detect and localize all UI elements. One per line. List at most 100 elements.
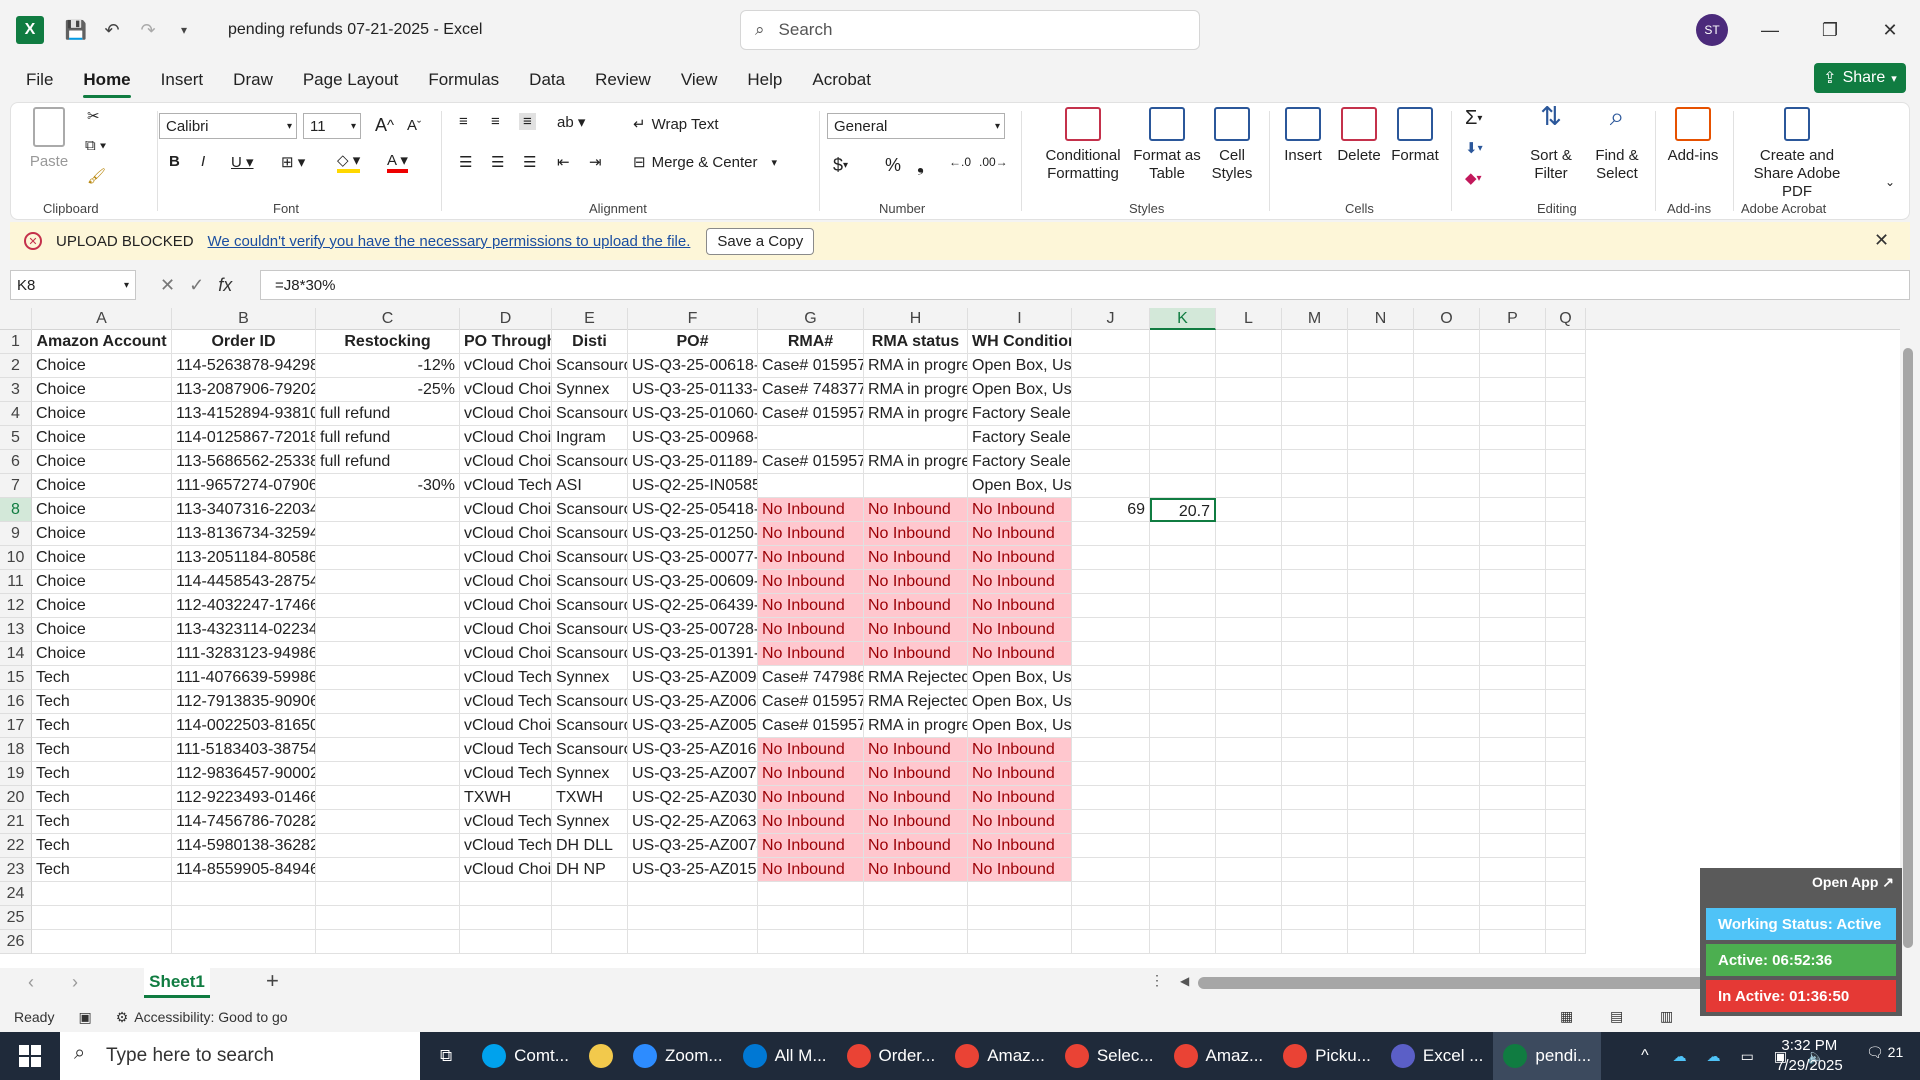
grid-cell[interactable]: vCloud Choice bbox=[460, 546, 552, 570]
grid-cell[interactable]: Tech bbox=[32, 834, 172, 858]
grid-cell[interactable] bbox=[1072, 858, 1150, 882]
grid-cell[interactable] bbox=[172, 906, 316, 930]
grid-cell[interactable] bbox=[1480, 762, 1546, 786]
grid-cell[interactable] bbox=[1480, 786, 1546, 810]
grid-cell[interactable] bbox=[1546, 426, 1586, 450]
grid-cell[interactable]: No Inbound bbox=[968, 522, 1072, 546]
grid-cell[interactable] bbox=[316, 858, 460, 882]
grid-cell[interactable] bbox=[1348, 354, 1414, 378]
grid-cell[interactable] bbox=[1282, 450, 1348, 474]
grid-cell[interactable]: No Inbound bbox=[968, 498, 1072, 522]
grid-cell[interactable]: 69 bbox=[1072, 498, 1150, 522]
grid-cell[interactable]: Case# 01595722 bbox=[758, 690, 864, 714]
grid-cell[interactable]: PO# bbox=[628, 330, 758, 354]
grid-cell[interactable]: Open Box, Used bbox=[968, 666, 1072, 690]
grid-cell[interactable]: vCloud Tech bbox=[460, 666, 552, 690]
grid-cell[interactable] bbox=[968, 906, 1072, 930]
row-header[interactable]: 17 bbox=[0, 714, 32, 738]
grid-cell[interactable] bbox=[1348, 858, 1414, 882]
grid-cell[interactable] bbox=[1282, 906, 1348, 930]
grid-cell[interactable] bbox=[1348, 618, 1414, 642]
grid-cell[interactable] bbox=[968, 930, 1072, 954]
grid-cell[interactable] bbox=[1150, 738, 1216, 762]
grid-cell[interactable]: Case# 01595724 bbox=[758, 354, 864, 378]
grid-cell[interactable]: 111-3283123-9498661 bbox=[172, 642, 316, 666]
grid-cell[interactable] bbox=[316, 762, 460, 786]
grid-cell[interactable]: US-Q3-25-01133-P bbox=[628, 378, 758, 402]
grid-cell[interactable] bbox=[1072, 666, 1150, 690]
row-header[interactable]: 19 bbox=[0, 762, 32, 786]
taskbar-app[interactable]: Zoom... bbox=[623, 1032, 733, 1080]
grid-cell[interactable]: full refund bbox=[316, 450, 460, 474]
column-header-l[interactable]: L bbox=[1216, 308, 1282, 330]
grid-cell[interactable] bbox=[316, 930, 460, 954]
grid-cell[interactable]: No Inbound bbox=[968, 738, 1072, 762]
grid-cell[interactable]: US-Q3-25-AZ00943-P bbox=[628, 666, 758, 690]
italic-icon[interactable]: I bbox=[201, 153, 205, 170]
grid-cell[interactable]: Choice bbox=[32, 618, 172, 642]
grid-cell[interactable]: US-Q3-25-01391-P bbox=[628, 642, 758, 666]
grid-cell[interactable]: vCloud Choice bbox=[460, 522, 552, 546]
grid-cell[interactable] bbox=[316, 570, 460, 594]
tab-insert[interactable]: Insert bbox=[161, 64, 204, 96]
grid-cell[interactable] bbox=[1216, 402, 1282, 426]
percent-icon[interactable]: % bbox=[885, 155, 901, 176]
grid-cell[interactable] bbox=[1480, 426, 1546, 450]
grid-cell[interactable]: No Inbound bbox=[864, 498, 968, 522]
search-input[interactable]: ⌕ Search bbox=[740, 10, 1200, 50]
grid-cell[interactable]: No Inbound bbox=[758, 594, 864, 618]
grid-cell[interactable] bbox=[1480, 714, 1546, 738]
macro-icon[interactable]: ▣ bbox=[78, 1009, 91, 1026]
grid-cell[interactable] bbox=[1072, 762, 1150, 786]
undo-icon[interactable]: ↶ bbox=[94, 12, 130, 48]
grid-cell[interactable] bbox=[1072, 810, 1150, 834]
grid-cell[interactable] bbox=[1150, 834, 1216, 858]
row-header[interactable]: 11 bbox=[0, 570, 32, 594]
merge-center-button[interactable]: ⊟ Merge & Center ▾ bbox=[633, 153, 777, 172]
grid-cell[interactable] bbox=[1348, 402, 1414, 426]
grid-cell[interactable] bbox=[1480, 450, 1546, 474]
grid-cell[interactable]: No Inbound bbox=[864, 738, 968, 762]
orientation-icon[interactable]: ab ▾ bbox=[557, 113, 585, 131]
vertical-scroll-thumb[interactable] bbox=[1903, 348, 1913, 948]
grid-cell[interactable] bbox=[1480, 546, 1546, 570]
row-header[interactable]: 2 bbox=[0, 354, 32, 378]
grid-cell[interactable] bbox=[864, 474, 968, 498]
grid-cell[interactable]: 111-9657274-0790615 bbox=[172, 474, 316, 498]
page-break-view-icon[interactable]: ▥ bbox=[1660, 1008, 1673, 1025]
grid-cell[interactable]: No Inbound bbox=[968, 546, 1072, 570]
grid-cell[interactable] bbox=[1216, 570, 1282, 594]
grid-cell[interactable]: Restocking bbox=[316, 330, 460, 354]
grid-cell[interactable]: US-Q2-25-06439-P bbox=[628, 594, 758, 618]
grid-cell[interactable]: No Inbound bbox=[758, 738, 864, 762]
grid-cell[interactable] bbox=[758, 930, 864, 954]
row-header[interactable]: 6 bbox=[0, 450, 32, 474]
grid-cell[interactable]: vCloud Choice bbox=[460, 858, 552, 882]
name-box[interactable]: K8 ▾ bbox=[10, 270, 136, 300]
grid-cell[interactable] bbox=[1072, 450, 1150, 474]
grid-cell[interactable] bbox=[1150, 354, 1216, 378]
grid-cell[interactable] bbox=[1216, 546, 1282, 570]
grid-cell[interactable] bbox=[316, 906, 460, 930]
grid-cell[interactable] bbox=[1480, 834, 1546, 858]
row-header[interactable]: 18 bbox=[0, 738, 32, 762]
grid-cell[interactable]: Tech bbox=[32, 666, 172, 690]
grid-cell[interactable]: 114-5980138-3628242 bbox=[172, 834, 316, 858]
grid-cell[interactable]: Choice bbox=[32, 546, 172, 570]
fill-color-icon[interactable]: ◇ ▾ bbox=[337, 151, 361, 173]
grid-cell[interactable] bbox=[552, 882, 628, 906]
horizontal-scroll-thumb[interactable] bbox=[1198, 977, 1718, 989]
grid-cell[interactable] bbox=[316, 738, 460, 762]
grid-cell[interactable] bbox=[1414, 378, 1480, 402]
grid-cell[interactable] bbox=[1150, 666, 1216, 690]
grid-cell[interactable]: Choice bbox=[32, 354, 172, 378]
grid-cell[interactable] bbox=[1216, 618, 1282, 642]
accessibility-status[interactable]: Accessibility: Good to go bbox=[134, 1009, 287, 1025]
grid-cell[interactable] bbox=[1546, 618, 1586, 642]
grid-cell[interactable] bbox=[1348, 930, 1414, 954]
grid-cell[interactable] bbox=[1480, 666, 1546, 690]
grid-cell[interactable]: Case# 01595726 bbox=[758, 714, 864, 738]
grid-cell[interactable] bbox=[316, 618, 460, 642]
task-view-icon[interactable]: ⧉ bbox=[420, 1032, 472, 1080]
align-middle-icon[interactable]: ≡ bbox=[491, 113, 500, 130]
